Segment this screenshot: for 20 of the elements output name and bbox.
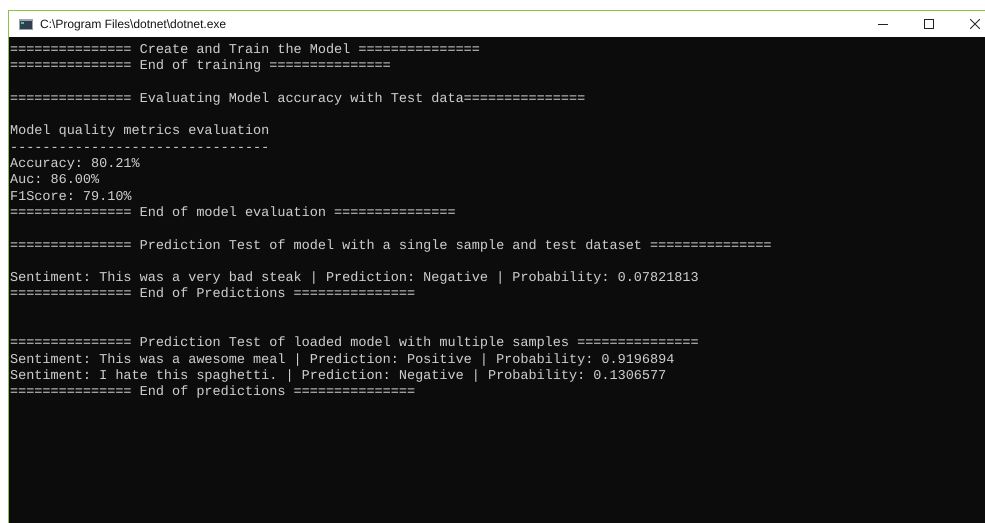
console-line: Accuracy: 80.21% [10,157,140,174]
console-line: -------------------------------- [10,140,270,158]
console-line: Auc: 86.00% [10,173,100,190]
console-line: Sentiment: This was a very bad steak | Prediction: Negative | Probability: 0.07821813 [10,271,699,287]
console-line: Model quality metrics evaluation [10,124,270,141]
console-line: F1Score: 79.10% [10,190,132,206]
console-line: =============== End of predictions =============== [10,385,416,402]
console-line: Sentiment: I hate this spaghetti. | Prediction: Negative | Probability: 0.1306577 [10,368,666,385]
console-line: =============== End of Predictions =============== [10,287,416,304]
window-title: C:\Program Files\dotnet\dotnet.exe [40,16,226,33]
close-icon [970,19,980,29]
console-line: =============== Evaluating Model accuracy with Test data=============== [10,92,586,108]
console-line: =============== End of training =============== [10,59,391,76]
console-line: =============== Prediction Test of model with a single sample and test dataset =============== [10,238,772,255]
console-line: =============== End of model evaluation =============== [10,206,456,222]
console-line: =============== Prediction Test of loaded model with multiple samples =============== [10,336,699,353]
console-line: =============== Create and Train the Model =============== [10,43,480,59]
console-app-icon [19,18,33,30]
maximize-icon [924,19,934,29]
console-line: Sentiment: This was a awesome meal | Prediction: Positive | Probability: 0.9196894 [10,352,674,369]
